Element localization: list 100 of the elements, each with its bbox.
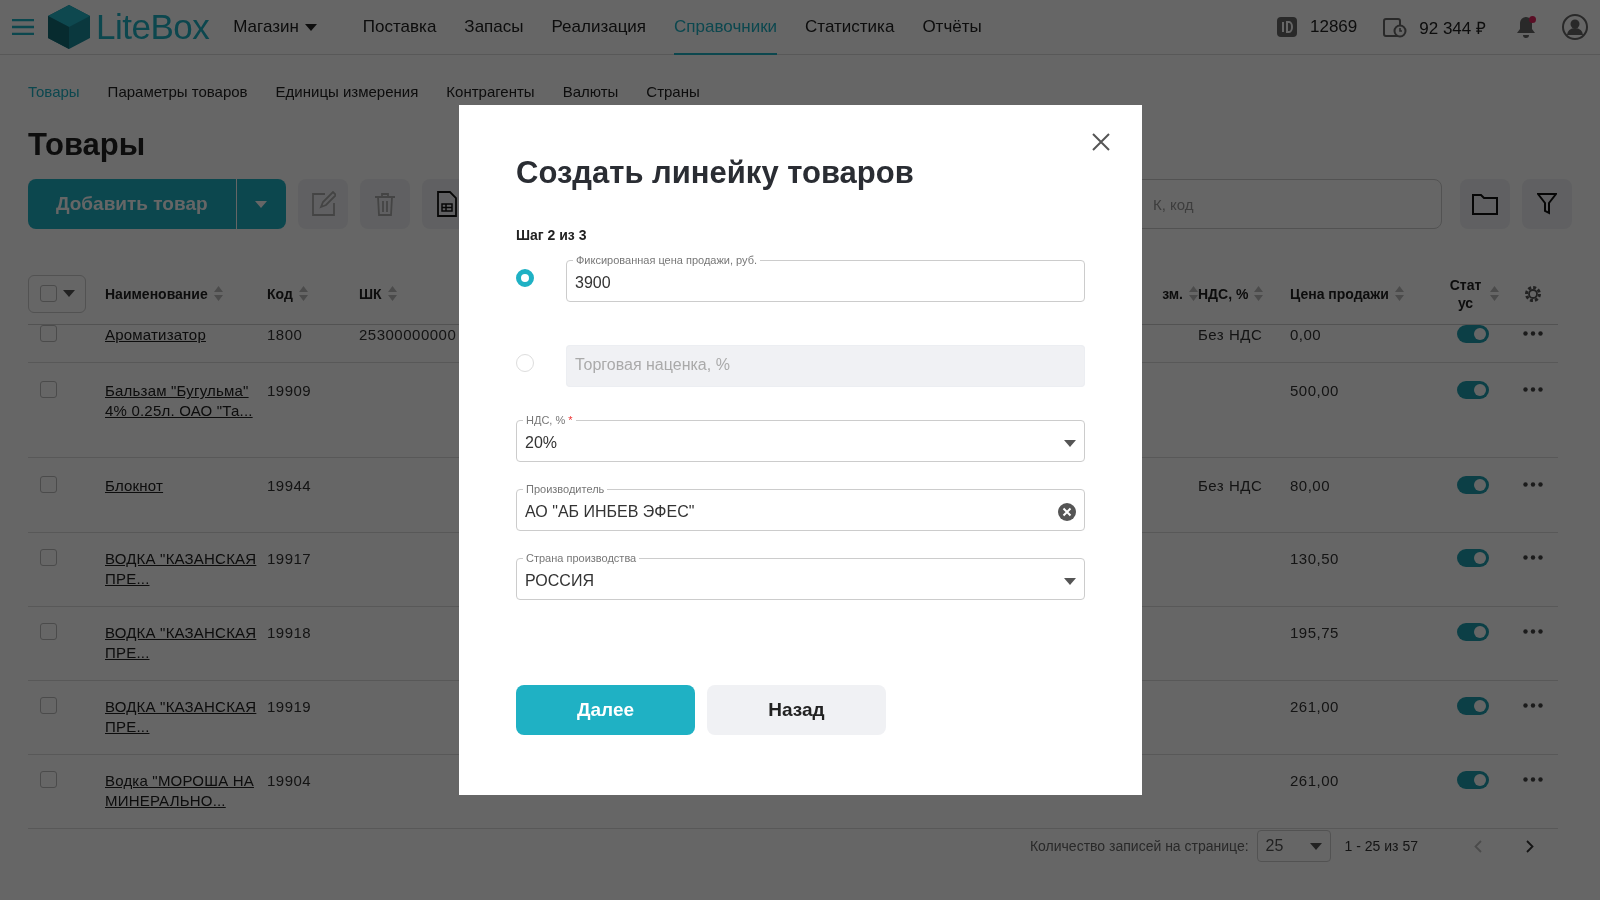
column-header: Код [267, 285, 293, 302]
sort-icon[interactable] [387, 286, 397, 302]
table-cell: 1800 [267, 325, 303, 346]
edit-icon [309, 191, 336, 218]
product-link[interactable]: Водка "МОРОША НА МИНЕРАЛЬНО... [105, 771, 260, 812]
next-button[interactable]: Далее [516, 685, 695, 735]
sub-tab[interactable]: Товары [28, 83, 80, 100]
product-link[interactable]: Блокнот [105, 476, 164, 497]
brand-name: LiteBox [96, 7, 210, 47]
sort-icon[interactable] [298, 286, 308, 302]
table-cell: Без НДС [1198, 325, 1263, 346]
sort-icon[interactable] [1489, 286, 1499, 302]
status-toggle[interactable] [1457, 476, 1489, 495]
field-label: Страна производства [525, 551, 638, 565]
more-icon[interactable] [1523, 629, 1543, 635]
nav-tab[interactable]: Реализация [551, 0, 647, 55]
more-icon[interactable] [1523, 331, 1543, 337]
per-page-select[interactable]: 25 [1256, 830, 1331, 862]
sub-tab[interactable]: Валюты [562, 83, 619, 100]
caret-icon [1309, 842, 1322, 850]
settings-icon[interactable] [1523, 283, 1543, 304]
filter-icon [1537, 193, 1557, 216]
folder-button[interactable] [1460, 179, 1510, 230]
clear-icon[interactable] [1058, 503, 1076, 521]
sort-icon[interactable] [1189, 286, 1198, 302]
row-checkbox[interactable] [40, 697, 57, 715]
input-field[interactable]: 3900 [575, 274, 1076, 292]
nav-tab[interactable]: Статистика [805, 0, 895, 55]
caret-icon [255, 200, 268, 208]
more-icon[interactable] [1523, 555, 1543, 561]
status-toggle[interactable] [1457, 771, 1489, 790]
text-field[interactable]: Производитель АО "АБ ИНБЕВ ЭФЕС" [516, 482, 1085, 531]
product-link[interactable]: ВОДКА "КАЗАНСКАЯ ПРЕ... [105, 623, 260, 664]
row-checkbox[interactable] [40, 325, 57, 343]
caret-icon [62, 290, 75, 298]
table-cell: Без НДС [1198, 476, 1263, 497]
sub-tab[interactable]: Параметры товаров [107, 83, 248, 100]
sort-icon[interactable] [1254, 286, 1264, 302]
table-cell: 19904 [267, 771, 312, 792]
filter-button[interactable] [1522, 179, 1572, 230]
chevron-right-icon [1526, 839, 1534, 853]
row-checkbox[interactable] [40, 549, 57, 567]
row-checkbox[interactable] [40, 381, 57, 399]
table-cell: 261,00 [1290, 771, 1339, 792]
status-toggle[interactable] [1457, 325, 1489, 344]
sort-icon[interactable] [1394, 286, 1404, 302]
more-icon[interactable] [1523, 387, 1543, 393]
back-button[interactable]: Назад [707, 685, 886, 735]
user-avatar-icon[interactable] [1562, 14, 1588, 40]
store-dropdown[interactable]: Магазин [233, 17, 317, 37]
folder-icon [1472, 193, 1498, 216]
dropdown-field[interactable]: Страна производства РОССИЯ [516, 551, 1085, 600]
close-button[interactable] [1090, 131, 1112, 153]
product-link[interactable]: ВОДКА "КАЗАНСКАЯ ПРЕ... [105, 549, 260, 590]
step-indicator: Шаг 2 из 3 [516, 227, 588, 243]
table-cell: 261,00 [1290, 697, 1339, 718]
row-checkbox[interactable] [40, 771, 57, 789]
select-field[interactable]: 20% [525, 434, 1058, 452]
nav-tab[interactable]: Отчёты [922, 0, 982, 55]
column-header: ШК [359, 285, 382, 302]
status-toggle[interactable] [1457, 623, 1489, 642]
nav-tab[interactable]: Справочники [674, 0, 778, 55]
status-toggle[interactable] [1457, 381, 1489, 400]
edit-button[interactable] [297, 179, 348, 230]
nav-tab[interactable]: Запасы [464, 0, 524, 55]
nav-tab[interactable]: Поставка [362, 0, 437, 55]
menu-icon[interactable] [12, 19, 34, 35]
dropdown-field[interactable]: НДС, % * 20% [516, 413, 1085, 462]
select-field[interactable]: РОССИЯ [525, 572, 1058, 590]
page-range: 1 - 25 из 57 [1344, 838, 1418, 854]
status-toggle[interactable] [1457, 697, 1489, 716]
table-cell: 19909 [267, 381, 312, 402]
add-product-button[interactable]: Добавить товар [28, 179, 236, 230]
radio-button[interactable] [516, 268, 534, 287]
row-checkbox[interactable] [40, 623, 57, 641]
table-cell: 195,75 [1290, 623, 1339, 644]
price-field[interactable]: Фиксированная цена продажи, руб. 3900 [566, 253, 1085, 302]
input-field[interactable]: АО "АБ ИНБЕВ ЭФЕС" [525, 503, 1052, 521]
wallet-icon [1383, 16, 1408, 38]
sub-tab[interactable]: Контрагенты [446, 83, 535, 100]
notification-bell-icon[interactable] [1516, 16, 1536, 38]
select-all-dropdown[interactable] [28, 274, 86, 313]
column-header: Цена продажи [1290, 285, 1389, 302]
sub-tab[interactable]: Страны [646, 83, 700, 100]
product-link[interactable]: Бальзам "Бугульма" 4% 0.25л. ОАО "Та... [105, 381, 260, 422]
more-icon[interactable] [1523, 703, 1543, 709]
more-icon[interactable] [1523, 482, 1543, 488]
table-cell: 19918 [267, 623, 312, 644]
product-link[interactable]: ВОДКА "КАЗАНСКАЯ ПРЕ... [105, 697, 260, 738]
table-cell: 19919 [267, 697, 312, 718]
sub-tab[interactable]: Единицы измерения [275, 83, 419, 100]
balance: 92 344 ₽ [1419, 17, 1486, 39]
caret-icon [1064, 577, 1076, 585]
product-link[interactable]: Ароматизатор [105, 325, 206, 346]
more-icon[interactable] [1523, 777, 1543, 783]
status-toggle[interactable] [1457, 549, 1489, 568]
sort-icon[interactable] [213, 286, 223, 302]
delete-button[interactable] [359, 179, 410, 230]
row-checkbox[interactable] [40, 476, 57, 494]
add-menu-button[interactable] [235, 179, 286, 230]
